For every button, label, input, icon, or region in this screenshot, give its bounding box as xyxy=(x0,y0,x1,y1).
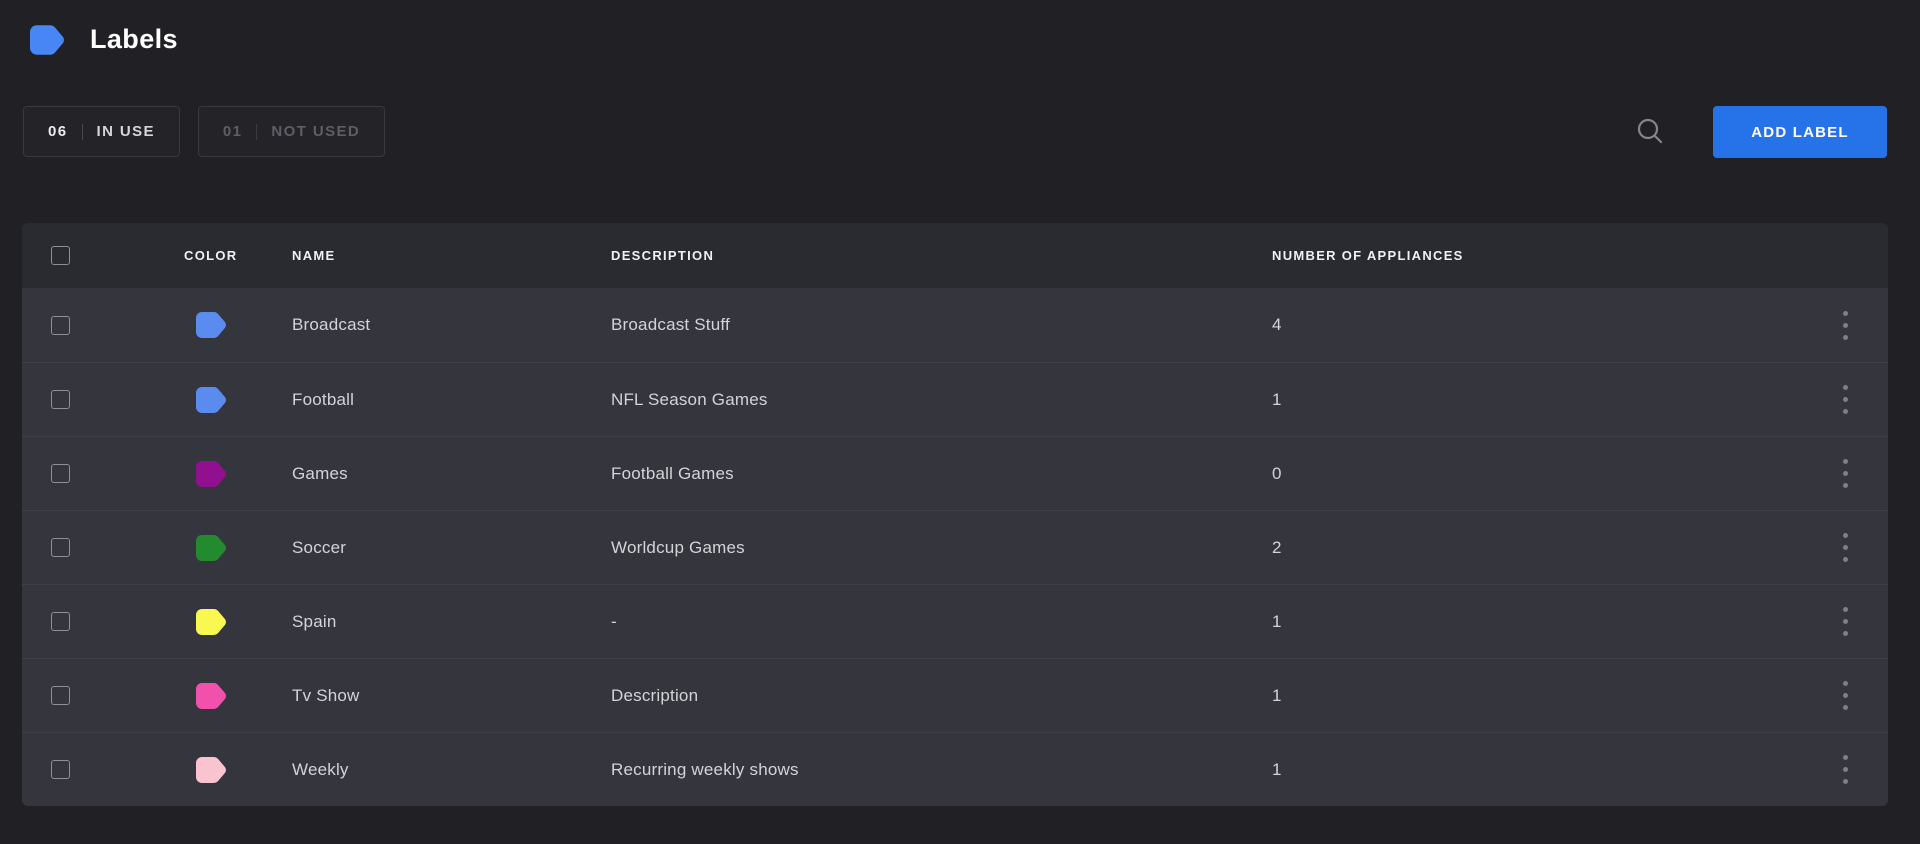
table-row: Football NFL Season Games 1 xyxy=(22,362,1888,436)
label-name: Games xyxy=(292,464,611,484)
label-description: Description xyxy=(611,686,1272,706)
search-button[interactable] xyxy=(1635,117,1665,147)
column-header-name: NAME xyxy=(292,248,611,263)
filter-chips: 06 IN USE 01 NOT USED xyxy=(23,106,385,157)
in-use-count: 06 xyxy=(48,123,68,140)
kebab-menu-icon[interactable] xyxy=(1833,749,1858,790)
row-checkbox[interactable] xyxy=(51,390,70,409)
row-checkbox[interactable] xyxy=(51,612,70,631)
page-header: Labels xyxy=(30,24,178,55)
labels-page: Labels 06 IN USE 01 NOT USED ADD LABEL C… xyxy=(0,0,1920,844)
label-name: Spain xyxy=(292,612,611,632)
label-name: Tv Show xyxy=(292,686,611,706)
appliance-count: 1 xyxy=(1272,390,1802,410)
kebab-menu-icon[interactable] xyxy=(1833,527,1858,568)
row-checkbox[interactable] xyxy=(51,464,70,483)
label-color-swatch xyxy=(196,609,226,635)
chip-divider xyxy=(82,124,83,140)
label-description: Worldcup Games xyxy=(611,538,1272,558)
label-description: Football Games xyxy=(611,464,1272,484)
kebab-menu-icon[interactable] xyxy=(1833,305,1858,346)
add-label-button[interactable]: ADD LABEL xyxy=(1713,106,1887,158)
label-description: NFL Season Games xyxy=(611,390,1272,410)
label-color-swatch xyxy=(196,312,226,338)
table-header: COLOR NAME DESCRIPTION NUMBER OF APPLIAN… xyxy=(22,223,1888,288)
filter-in-use-chip[interactable]: 06 IN USE xyxy=(23,106,180,157)
kebab-menu-icon[interactable] xyxy=(1833,453,1858,494)
filter-not-used-chip[interactable]: 01 NOT USED xyxy=(198,106,385,157)
column-header-color: COLOR xyxy=(142,248,292,263)
table-row: Spain - 1 xyxy=(22,584,1888,658)
label-name: Weekly xyxy=(292,760,611,780)
select-all-checkbox[interactable] xyxy=(51,246,70,265)
table-row: Games Football Games 0 xyxy=(22,436,1888,510)
label-name: Broadcast xyxy=(292,315,611,335)
label-name: Football xyxy=(292,390,611,410)
in-use-label: IN USE xyxy=(97,123,155,140)
label-color-swatch xyxy=(196,387,226,413)
appliance-count: 1 xyxy=(1272,686,1802,706)
kebab-menu-icon[interactable] xyxy=(1833,601,1858,642)
kebab-menu-icon[interactable] xyxy=(1833,379,1858,420)
label-color-swatch xyxy=(196,461,226,487)
not-used-count: 01 xyxy=(223,123,243,140)
labels-table: COLOR NAME DESCRIPTION NUMBER OF APPLIAN… xyxy=(22,223,1888,806)
label-description: Recurring weekly shows xyxy=(611,760,1272,780)
search-icon xyxy=(1635,117,1665,147)
row-checkbox[interactable] xyxy=(51,316,70,335)
label-description: - xyxy=(611,612,1272,632)
table-row: Weekly Recurring weekly shows 1 xyxy=(22,732,1888,806)
table-row: Soccer Worldcup Games 2 xyxy=(22,510,1888,584)
column-header-appliances: NUMBER OF APPLIANCES xyxy=(1272,248,1802,263)
chip-divider xyxy=(256,124,257,140)
label-tag-icon xyxy=(30,25,64,55)
row-checkbox[interactable] xyxy=(51,760,70,779)
not-used-label: NOT USED xyxy=(271,123,360,140)
appliance-count: 1 xyxy=(1272,760,1802,780)
table-row: Tv Show Description 1 xyxy=(22,658,1888,732)
label-color-swatch xyxy=(196,683,226,709)
toolbar-actions: ADD LABEL xyxy=(1635,106,1887,158)
appliance-count: 4 xyxy=(1272,315,1802,335)
row-checkbox[interactable] xyxy=(51,538,70,557)
column-header-description: DESCRIPTION xyxy=(611,248,1272,263)
appliance-count: 0 xyxy=(1272,464,1802,484)
label-color-swatch xyxy=(196,757,226,783)
table-body: Broadcast Broadcast Stuff 4 Football NFL… xyxy=(22,288,1888,806)
table-row: Broadcast Broadcast Stuff 4 xyxy=(22,288,1888,362)
label-color-swatch xyxy=(196,535,226,561)
appliance-count: 2 xyxy=(1272,538,1802,558)
label-name: Soccer xyxy=(292,538,611,558)
row-checkbox[interactable] xyxy=(51,686,70,705)
appliance-count: 1 xyxy=(1272,612,1802,632)
page-title: Labels xyxy=(90,24,178,55)
label-description: Broadcast Stuff xyxy=(611,315,1272,335)
kebab-menu-icon[interactable] xyxy=(1833,675,1858,716)
